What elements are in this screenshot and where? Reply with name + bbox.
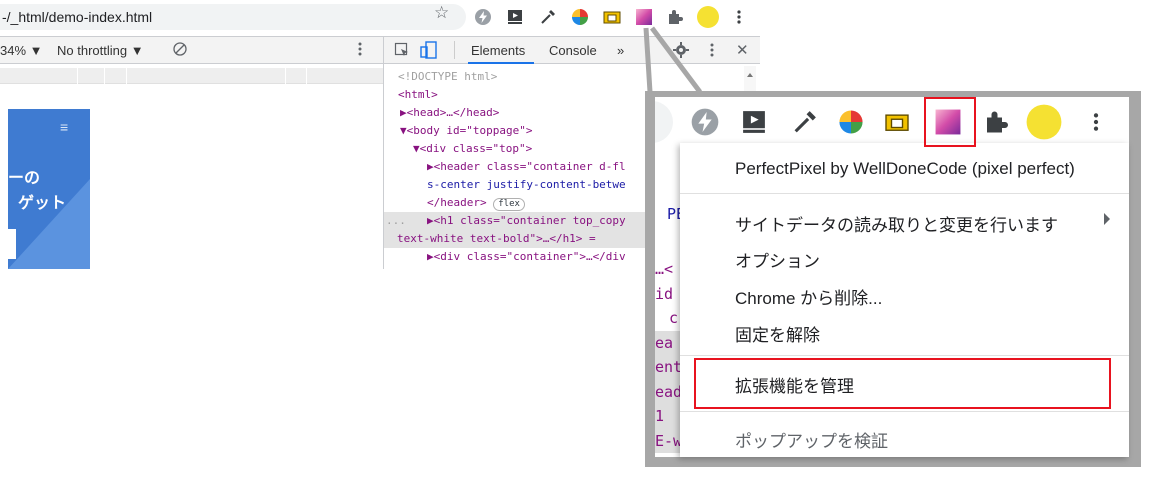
inspect-icon[interactable] xyxy=(394,42,410,61)
menu-item-site-access[interactable]: サイトデータの読み取りと変更を行います xyxy=(735,211,1058,236)
folder-icon[interactable] xyxy=(602,7,622,27)
url-text[interactable]: -/_html/demo-index.html xyxy=(2,9,152,25)
kebab-icon[interactable] xyxy=(729,7,749,27)
settings-gear-icon[interactable] xyxy=(673,42,689,61)
zoom-folder-icon[interactable] xyxy=(880,105,914,139)
extension-context-menu: PerfectPixel by WellDoneCode (pixel perf… xyxy=(680,143,1129,457)
zoom-kebab-icon[interactable] xyxy=(1079,105,1113,139)
tab-console[interactable]: Console xyxy=(549,43,597,58)
zoom-select[interactable]: 34% ▼ xyxy=(0,43,43,58)
device-toolbar: 34% ▼ No throttling ▼ xyxy=(0,36,383,64)
zoom-color-wheel-icon[interactable] xyxy=(834,105,868,139)
zoom-avatar[interactable] xyxy=(1025,103,1063,141)
video-icon[interactable] xyxy=(505,7,525,27)
lightning-icon[interactable] xyxy=(473,7,493,27)
page-viewport: ≡ ーの ゲット xyxy=(0,84,383,269)
hamburger-icon: ≡ xyxy=(60,119,69,135)
menu-separator xyxy=(680,193,1129,194)
menu-separator-3 xyxy=(680,411,1129,412)
flex-badge[interactable]: flex xyxy=(493,198,525,211)
menu-separator-2 xyxy=(680,355,1129,356)
eyedropper-icon[interactable] xyxy=(538,7,558,27)
throttling-select[interactable]: No throttling ▼ xyxy=(57,43,144,58)
tab-elements[interactable]: Elements xyxy=(468,37,534,64)
zoom-address-edge xyxy=(655,101,673,143)
zoom-eyedropper-icon[interactable] xyxy=(788,105,822,139)
rotate-icon[interactable] xyxy=(172,41,188,60)
close-devtools-icon[interactable]: ✕ xyxy=(736,41,749,59)
address-bar[interactable]: -/_html/demo-index.html xyxy=(0,4,466,30)
page-preview[interactable]: ≡ ーの ゲット xyxy=(8,109,90,269)
avatar[interactable] xyxy=(696,5,720,29)
preview-heading-2: ゲット xyxy=(18,195,67,212)
menu-item-extension-title[interactable]: PerfectPixel by WellDoneCode (pixel perf… xyxy=(735,159,1075,179)
preview-heading-1: ーの xyxy=(8,170,41,187)
zoom-puzzle-icon[interactable] xyxy=(979,105,1013,139)
submenu-arrow-icon xyxy=(1104,213,1110,225)
device-toggle-icon[interactable] xyxy=(420,41,438,62)
browser-toolbar: -/_html/demo-index.html ☆ xyxy=(0,0,760,34)
toolbar-divider xyxy=(454,41,455,59)
devtools-tabbar: Elements Console » ✕ xyxy=(384,36,760,64)
more-tabs-button[interactable]: » xyxy=(617,43,624,58)
menu-item-remove[interactable]: Chrome から削除... xyxy=(735,284,882,309)
devtools-more-icon[interactable] xyxy=(709,42,715,61)
zoom-video-icon[interactable] xyxy=(737,105,771,139)
toolbar-divider-2 xyxy=(648,41,649,59)
highlight-box-extension-icon xyxy=(924,97,976,147)
menu-item-unpin[interactable]: 固定を解除 xyxy=(735,321,820,346)
puzzle-icon[interactable] xyxy=(665,7,685,27)
media-query-ruler[interactable] xyxy=(0,68,383,84)
device-more-icon[interactable] xyxy=(357,41,363,60)
row-marker[interactable]: ... xyxy=(386,212,406,230)
highlight-box-manage-extensions xyxy=(694,358,1111,409)
dom-line[interactable]: <!DOCTYPE html> xyxy=(384,68,760,85)
zoom-lightning-icon[interactable] xyxy=(688,105,722,139)
color-wheel-icon[interactable] xyxy=(570,7,590,27)
star-icon[interactable]: ☆ xyxy=(434,3,449,23)
tab-elements-label: Elements xyxy=(471,43,526,58)
menu-item-options[interactable]: オプション xyxy=(735,247,820,272)
menu-item-inspect-popup[interactable]: ポップアップを検証 xyxy=(735,427,888,452)
perfectpixel-icon[interactable] xyxy=(634,7,654,27)
